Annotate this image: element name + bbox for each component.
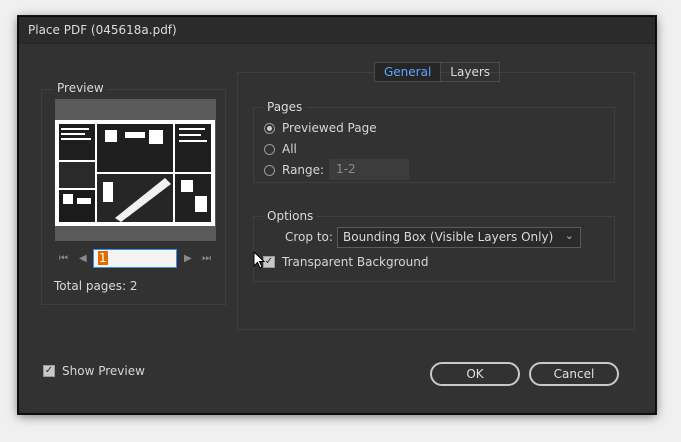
tab-general[interactable]: General — [375, 63, 442, 81]
radio-all[interactable]: All — [264, 142, 297, 156]
chevron-down-icon: ⌄ — [564, 229, 574, 242]
radio-range-label: Range: — [282, 163, 325, 177]
crop-to-value: Bounding Box (Visible Layers Only) — [343, 230, 554, 244]
crop-boundary — [57, 122, 213, 224]
radio-range-dot[interactable] — [264, 164, 275, 176]
tab-layers[interactable]: Layers — [441, 63, 499, 81]
show-preview-check-icon[interactable]: ✓ — [43, 365, 55, 377]
window-title: Place PDF (045618a.pdf) — [28, 23, 177, 37]
page-thumbnail — [55, 120, 215, 226]
place-pdf-dialog: Place PDF (045618a.pdf) Preview ⏮ ◀ 1 ▶ … — [18, 16, 656, 414]
options-legend: Options — [263, 209, 318, 223]
radio-all-label: All — [282, 142, 297, 156]
transparent-background-label: Transparent Background — [282, 255, 429, 269]
preview-legend: Preview — [53, 81, 108, 95]
radio-range[interactable]: Range: — [264, 163, 324, 177]
tab-bar: General Layers — [374, 62, 501, 82]
first-page-icon[interactable]: ⏮ — [59, 252, 68, 266]
page-number-value: 1 — [98, 251, 108, 265]
last-page-icon[interactable]: ⏭ — [202, 252, 211, 266]
radio-all-dot[interactable] — [264, 143, 275, 155]
page-number-input[interactable]: 1 — [93, 249, 177, 268]
next-page-icon[interactable]: ▶ — [184, 252, 192, 266]
range-input[interactable]: 1-2 — [329, 159, 409, 180]
title-bar[interactable]: Place PDF (045618a.pdf) — [19, 17, 655, 44]
radio-previewed-page-dot[interactable] — [264, 122, 275, 134]
radio-previewed-page-label: Previewed Page — [282, 121, 377, 135]
prev-page-icon[interactable]: ◀ — [79, 252, 87, 266]
ok-button[interactable]: OK — [430, 362, 520, 386]
crop-to-label: Crop to: — [285, 230, 333, 244]
preview-area — [55, 99, 216, 241]
pages-legend: Pages — [263, 100, 307, 114]
show-preview-label: Show Preview — [62, 364, 145, 378]
mouse-cursor-icon — [253, 251, 265, 269]
radio-previewed-page[interactable]: Previewed Page — [264, 121, 377, 135]
total-pages-label: Total pages: 2 — [54, 279, 138, 293]
transparent-background-checkbox[interactable]: ✓ Transparent Background — [263, 255, 428, 269]
show-preview-checkbox[interactable]: ✓ Show Preview — [43, 364, 145, 378]
crop-to-select[interactable]: Bounding Box (Visible Layers Only) ⌄ — [337, 227, 581, 248]
cancel-button[interactable]: Cancel — [529, 362, 619, 386]
options-group — [253, 216, 615, 282]
